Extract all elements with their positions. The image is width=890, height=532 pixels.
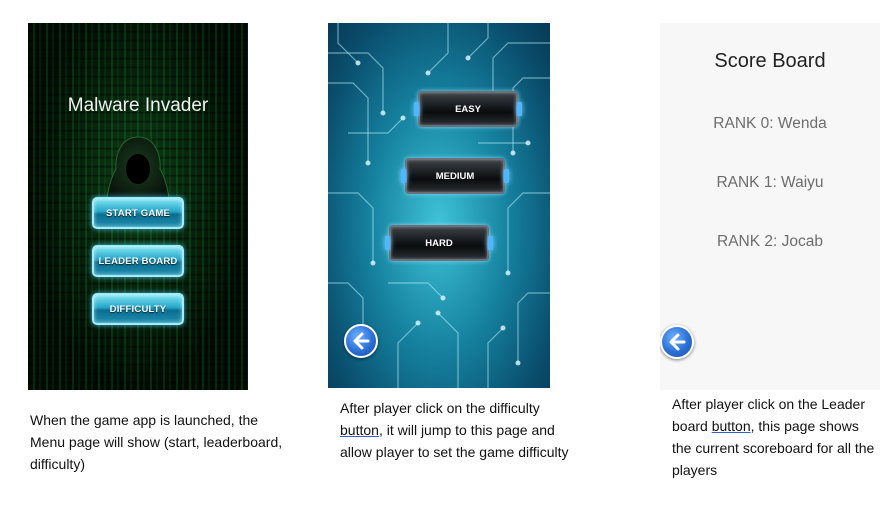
hard-button[interactable]: HARD xyxy=(385,225,493,261)
menu-caption: When the game app is launched, the Menu … xyxy=(30,412,283,472)
difficulty-screen: EASY MEDIUM HARD xyxy=(328,23,550,388)
game-title: Malware Invader xyxy=(67,95,209,116)
back-arrow-icon xyxy=(669,333,686,351)
rank-entry: RANK 0: Wenda xyxy=(713,115,827,132)
caption-text: After player click on the difficulty xyxy=(340,400,540,416)
scoreboard-title: Score Board xyxy=(714,50,826,72)
difficulty-button[interactable]: DIFFICULTY xyxy=(92,293,184,325)
caption-underlined-word: button xyxy=(711,418,751,434)
back-arrow-icon xyxy=(353,332,370,350)
back-button[interactable] xyxy=(344,324,378,358)
scoreboard-screen: Score Board RANK 0: Wenda RANK 1: Waiyu … xyxy=(660,23,880,390)
start-game-button[interactable]: START GAME xyxy=(92,197,184,229)
caption-underlined-word: button xyxy=(340,422,379,438)
scoreboard-caption: After player click on the Leader board b… xyxy=(672,393,882,481)
easy-button[interactable]: EASY xyxy=(414,91,522,127)
back-button[interactable] xyxy=(660,325,694,359)
rank-entry: RANK 1: Waiyu xyxy=(716,174,824,191)
menu-screen: Malware Invader START GAME LEADER BOARD … xyxy=(28,23,248,390)
difficulty-caption: After player click on the difficulty but… xyxy=(340,397,580,463)
leader-board-button[interactable]: LEADER BOARD xyxy=(92,245,184,277)
medium-button[interactable]: MEDIUM xyxy=(401,158,509,194)
rank-entry: RANK 2: Jocab xyxy=(717,233,823,250)
